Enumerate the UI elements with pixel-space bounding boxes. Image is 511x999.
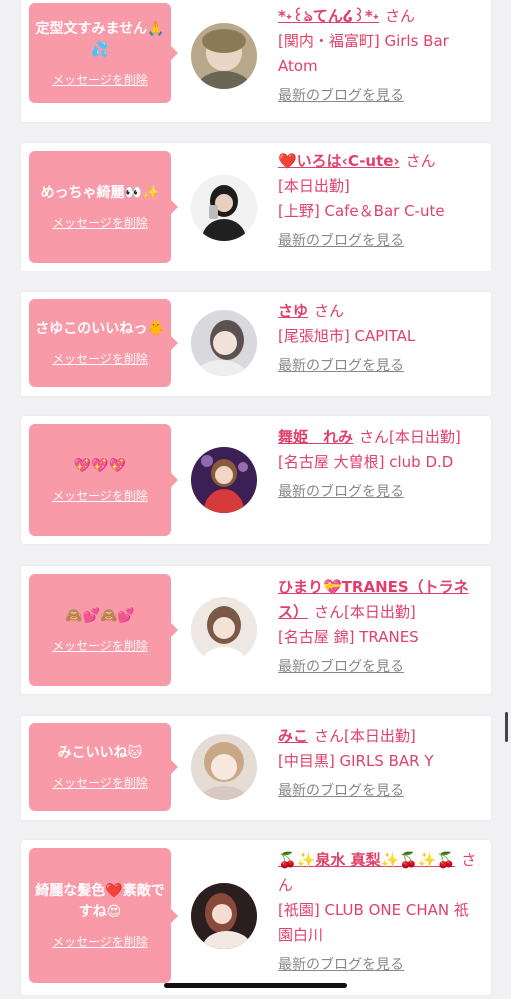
- message-text: めっちゃ綺麗👀✨: [40, 185, 160, 201]
- delete-message-link[interactable]: メッセージを削除: [52, 71, 148, 88]
- honorific: さん: [314, 603, 345, 621]
- message-bubble: めっちゃ綺麗👀✨ メッセージを削除: [29, 151, 178, 263]
- latest-blog-link[interactable]: 最新のブログを見る: [278, 229, 483, 254]
- honorific: さん: [314, 727, 345, 745]
- avatar[interactable]: [191, 883, 257, 949]
- girl-name-link[interactable]: ❤️いろは‹C-ute›: [278, 152, 400, 170]
- avatar[interactable]: [191, 175, 257, 241]
- message-bubble: 定型文すみません🙏💦 メッセージを削除: [29, 3, 178, 103]
- shop-line: [中目黒] GIRLS BAR Y: [278, 752, 434, 770]
- avatar[interactable]: [191, 447, 257, 513]
- message-text: 🙈💕🙈💕: [65, 608, 135, 624]
- message-text: 定型文すみません🙏💦: [35, 20, 165, 58]
- latest-blog-link[interactable]: 最新のブログを見る: [278, 84, 483, 109]
- delete-message-link[interactable]: メッセージを削除: [52, 637, 148, 654]
- girl-name-link[interactable]: みこ: [278, 727, 308, 745]
- girl-info: ❤️いろは‹C-ute› さん [本日出勤] [上野] Cafe＆Bar C-ut…: [278, 149, 483, 254]
- message-text: さゆこのいいねっ🐥: [35, 321, 165, 337]
- delete-message-link[interactable]: メッセージを削除: [52, 487, 148, 504]
- shop-line: [尾張旭市] CAPITAL: [278, 327, 416, 345]
- delete-message-link[interactable]: メッセージを削除: [52, 350, 148, 367]
- girl-name-link[interactable]: *˖꒰ঌてん໒꒱*˖: [278, 7, 379, 25]
- girl-info: 🍒✨泉水 真梨✨🍒✨🍒 さん [祇園] CLUB ONE CHAN 祇園白川 最新…: [278, 848, 483, 978]
- honorific: さん: [314, 302, 345, 320]
- list-item: 🙈💕🙈💕 メッセージを削除 ひまり💝TRANES（トラネス） さん[本日出勤] […: [21, 566, 491, 694]
- status-line: [本日出勤]: [278, 177, 350, 195]
- honorific: さん: [359, 428, 390, 446]
- scrollbar[interactable]: [505, 712, 508, 742]
- shop-line: [名古屋 大曽根] club D.D: [278, 453, 454, 471]
- shop-line: [祇園] CLUB ONE CHAN 祇園白川: [278, 901, 469, 944]
- status-text: [本日出勤]: [344, 727, 416, 745]
- status-text: [本日出勤]: [389, 428, 461, 446]
- latest-blog-link[interactable]: 最新のブログを見る: [278, 480, 483, 505]
- list-item: みこいいね🐱 メッセージを削除 みこ さん[本日出勤] [中目黒] GIRLS B…: [21, 716, 491, 820]
- list-item: さゆこのいいねっ🐥 メッセージを削除 さゆ さん [尾張旭市] CAPITAL 最…: [21, 292, 491, 396]
- latest-blog-link[interactable]: 最新のブログを見る: [278, 655, 483, 680]
- list-item: 定型文すみません🙏💦 メッセージを削除 *˖꒰ঌてん໒꒱*˖ さん [関内・福富町…: [21, 0, 491, 122]
- message-text: みこいいね🐱: [57, 745, 143, 761]
- shop-line: [関内・福富町] Girls Bar Atom: [278, 32, 449, 75]
- avatar[interactable]: [191, 734, 257, 800]
- message-bubble: さゆこのいいねっ🐥 メッセージを削除: [29, 299, 178, 387]
- girl-info: 舞姫 れみ さん[本日出勤] [名古屋 大曽根] club D.D 最新のブログを…: [278, 425, 483, 505]
- girl-name-link[interactable]: 舞姫 れみ: [278, 428, 353, 446]
- status-text: [本日出勤]: [344, 603, 416, 621]
- list-item: 💖💖💖 メッセージを削除 舞姫 れみ さん[本日出勤] [名古屋 大曽根] clu…: [21, 416, 491, 544]
- message-bubble: みこいいね🐱 メッセージを削除: [29, 723, 178, 811]
- home-indicator: [164, 983, 347, 988]
- avatar[interactable]: [191, 597, 257, 663]
- girl-name-link[interactable]: さゆ: [278, 302, 308, 320]
- avatar[interactable]: [191, 310, 257, 376]
- message-bubble: 🙈💕🙈💕 メッセージを削除: [29, 574, 178, 686]
- message-bubble: 綺麗な髪色❤️素敵ですね😍 メッセージを削除: [29, 848, 178, 983]
- list-item: めっちゃ綺麗👀✨ メッセージを削除 ❤️いろは‹C-ute› さん [本日出勤] …: [21, 143, 491, 271]
- delete-message-link[interactable]: メッセージを削除: [52, 933, 148, 950]
- delete-message-link[interactable]: メッセージを削除: [52, 774, 148, 791]
- honorific: さん: [385, 7, 416, 25]
- message-text: 綺麗な髪色❤️素敵ですね😍: [35, 883, 165, 920]
- shop-line: [上野] Cafe＆Bar C-ute: [278, 202, 445, 220]
- delete-message-link[interactable]: メッセージを削除: [52, 214, 148, 231]
- girl-info: *˖꒰ঌてん໒꒱*˖ さん [関内・福富町] Girls Bar Atom 最新の…: [278, 4, 483, 109]
- girl-info: さゆ さん [尾張旭市] CAPITAL 最新のブログを見る: [278, 299, 483, 379]
- shop-line: [名古屋 錦] TRANES: [278, 628, 419, 646]
- honorific: さん: [405, 152, 436, 170]
- girl-info: ひまり💝TRANES（トラネス） さん[本日出勤] [名古屋 錦] TRANES …: [278, 575, 483, 680]
- girl-name-link[interactable]: 🍒✨泉水 真梨✨🍒✨🍒: [278, 851, 455, 869]
- message-text: 💖💖💖: [73, 458, 127, 474]
- girl-info: みこ さん[本日出勤] [中目黒] GIRLS BAR Y 最新のブログを見る: [278, 724, 483, 804]
- latest-blog-link[interactable]: 最新のブログを見る: [278, 779, 483, 804]
- avatar[interactable]: [191, 23, 257, 89]
- message-bubble: 💖💖💖 メッセージを削除: [29, 424, 178, 536]
- list-item: 綺麗な髪色❤️素敵ですね😍 メッセージを削除 🍒✨泉水 真梨✨🍒✨🍒 さん [祇園…: [21, 840, 491, 995]
- latest-blog-link[interactable]: 最新のブログを見る: [278, 354, 483, 379]
- latest-blog-link[interactable]: 最新のブログを見る: [278, 953, 483, 978]
